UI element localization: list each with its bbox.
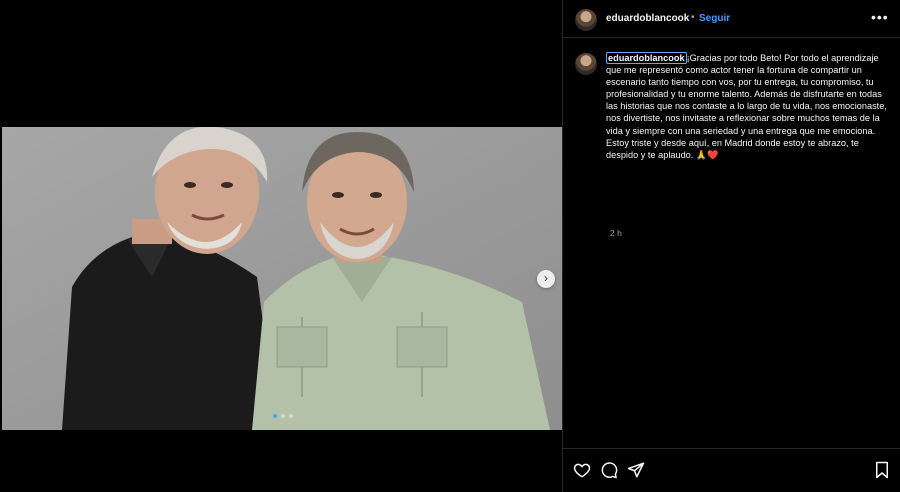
follow-button[interactable]: Seguir (699, 13, 730, 24)
carousel-dot (289, 414, 293, 418)
post-timestamp[interactable]: 2 h (610, 228, 622, 238)
comment-icon[interactable] (600, 461, 618, 484)
caption-username-link[interactable]: eduardoblancook (606, 52, 687, 64)
carousel-dot (281, 414, 285, 418)
caption-avatar[interactable] (575, 53, 597, 75)
share-icon[interactable] (627, 461, 645, 484)
caption: eduardoblancook ¡Gracias por todo Beto! P… (606, 52, 893, 161)
chevron-right-icon: › (544, 271, 548, 285)
caption-text: ¡Gracias por todo Beto! Por todo el apre… (606, 53, 887, 160)
bookmark-icon[interactable] (874, 461, 890, 484)
carousel-dots (273, 414, 293, 418)
post-details: eduardoblancook • Seguir ••• eduardoblan… (562, 0, 900, 492)
avatar[interactable] (575, 9, 597, 31)
carousel-dot (273, 414, 277, 418)
separator-dot: • (691, 12, 695, 23)
carousel-next-button[interactable]: › (537, 270, 555, 288)
username-link[interactable]: eduardoblancook (606, 13, 689, 24)
post-header: eduardoblancook • Seguir ••• (563, 0, 900, 38)
heart-icon[interactable] (573, 461, 591, 484)
likes-row-partial (573, 486, 773, 492)
post-photo[interactable] (2, 127, 562, 430)
more-options-icon[interactable]: ••• (871, 9, 889, 25)
photo-illustration (2, 127, 562, 430)
post-media: › (0, 0, 562, 492)
